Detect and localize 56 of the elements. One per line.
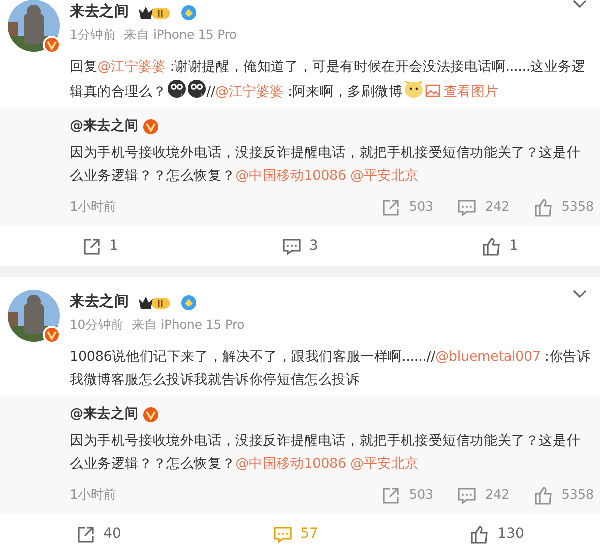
mention-link[interactable]: @江宁婆婆 <box>215 84 284 100</box>
verified-badge-icon <box>181 294 198 311</box>
mention-link[interactable]: @中国移动10086 <box>236 456 346 472</box>
image-icon <box>424 83 441 99</box>
post-time: 10分钟前 <box>70 316 124 334</box>
quoted-reposts-count[interactable]: 503 <box>381 198 434 218</box>
share-icon <box>76 524 96 544</box>
like-button[interactable]: 1 <box>480 235 520 258</box>
mention-link[interactable]: @平安北京 <box>350 168 420 184</box>
chevron-down-icon[interactable] <box>572 289 588 299</box>
quoted-time: 1小时前 <box>70 487 116 505</box>
quoted-comments-count[interactable]: 242 <box>457 198 510 218</box>
post-text: 10086说他们记下来了，解决不了，跟我们客服一样啊......//@bluemetal007 :你告诉我微博客服怎么投诉我就告诉你停短信怎么投诉 <box>69 348 592 390</box>
quoted-author[interactable]: @来去之间 <box>70 115 139 138</box>
verified-badge-icon <box>181 4 198 21</box>
verified-badge-icon <box>142 118 159 134</box>
post-text: 回复@江宁婆婆 :谢谢提醒，俺知道了，可是有时候在开会没法接电话啊......这业务逻辑真的合理么？ //@江宁婆婆 :阿来啊，多刷微博 查看图片 <box>69 58 587 102</box>
chevron-down-icon[interactable] <box>572 0 588 9</box>
mention-link[interactable]: @江宁婆婆 <box>98 59 166 75</box>
emoji-icon <box>166 79 187 99</box>
share-icon <box>381 486 402 506</box>
mention-link[interactable]: @平安北京 <box>350 456 420 472</box>
comment-icon <box>272 524 293 544</box>
quoted-time: 1小时前 <box>70 199 116 217</box>
mention-link[interactable]: @bluemetal007 <box>436 349 541 365</box>
sticker-icon <box>402 79 425 99</box>
quoted-comments-count[interactable]: 242 <box>457 486 510 506</box>
comment-button[interactable]: 3 <box>280 235 320 258</box>
quoted-likes-count[interactable]: 5358 <box>534 486 594 506</box>
emoji-icon <box>186 79 207 99</box>
user-name[interactable]: 来去之间 <box>70 2 130 24</box>
share-icon <box>82 236 102 256</box>
quoted-author[interactable]: @来去之间 <box>70 403 139 426</box>
verified-badge-icon <box>142 406 159 422</box>
post-source: 来自 iPhone 15 Pro <box>124 26 237 44</box>
comment-icon <box>457 486 478 506</box>
like-icon <box>482 236 502 256</box>
repost-button[interactable]: 1 <box>80 235 120 258</box>
post-source: 来自 iPhone 15 Pro <box>132 316 245 334</box>
like-icon <box>534 486 554 506</box>
post-time: 1分钟前 <box>70 26 116 44</box>
repost-button[interactable]: 40 <box>74 523 122 546</box>
like-icon <box>470 524 490 544</box>
quoted-text: 因为手机号接收境外电话，没接反诈提醒电话，就把手机接受短信功能关了？这是什么业务逻辑？？怎么恢复？@中国移动10086 @平安北京 <box>70 432 582 474</box>
comment-button[interactable]: 57 <box>272 523 320 546</box>
like-button[interactable]: 130 <box>468 523 526 546</box>
quoted-text: 因为手机号接收境外电话，没接反诈提醒电话，就把手机接受短信功能关了？这是什么业务逻辑？？怎么恢复？@中国移动10086 @平安北京 <box>70 144 582 186</box>
view-image-link[interactable]: 查看图片 <box>424 84 499 100</box>
quoted-reposts-count[interactable]: 503 <box>381 486 434 506</box>
comment-icon <box>282 236 302 256</box>
mention-link[interactable]: @中国移动10086 <box>236 168 346 184</box>
share-icon <box>381 198 402 218</box>
user-name[interactable]: 来去之间 <box>70 292 130 314</box>
like-icon <box>534 198 554 218</box>
quoted-likes-count[interactable]: 5358 <box>534 198 594 218</box>
comment-icon <box>457 198 478 218</box>
